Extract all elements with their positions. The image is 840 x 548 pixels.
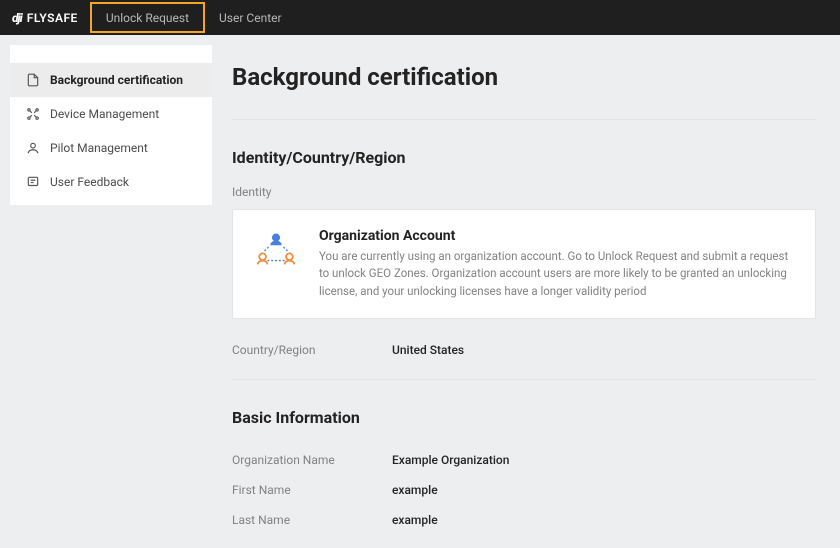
section-basic-heading: Basic Information xyxy=(232,408,816,427)
organization-icon xyxy=(253,228,299,274)
sidebar-item-background-certification[interactable]: Background certification xyxy=(10,63,212,97)
divider xyxy=(232,379,816,380)
sidebar-item-label: Device Management xyxy=(50,107,159,121)
identity-desc: You are currently using an organization … xyxy=(319,248,795,300)
field-row: Last Name example xyxy=(232,505,816,535)
field-label: First Name xyxy=(232,483,392,497)
field-row: First Name example xyxy=(232,475,816,505)
identity-box: Organization Account You are currently u… xyxy=(232,209,816,319)
sidebar-item-label: Background certification xyxy=(50,73,183,87)
nav-user-center[interactable]: User Center xyxy=(205,0,296,35)
topbar: dji FLYSAFE Unlock Request User Center xyxy=(0,0,840,35)
sidebar-item-user-feedback[interactable]: User Feedback xyxy=(10,165,212,199)
content: Background certification Device Manageme… xyxy=(0,35,840,548)
feedback-icon xyxy=(26,175,40,189)
brand-prefix: dji xyxy=(12,11,22,25)
nav-item-label: User Center xyxy=(219,11,282,25)
identity-label: Identity xyxy=(232,185,816,199)
brand-name: FLYSAFE xyxy=(27,11,78,25)
main: Background certification Identity/Countr… xyxy=(226,45,830,538)
drone-icon xyxy=(26,107,40,121)
field-row: Organization Name Example Organization xyxy=(232,445,816,475)
page-title: Background certification xyxy=(232,63,816,119)
brand-logo[interactable]: dji FLYSAFE xyxy=(0,11,90,25)
country-row: Country/Region United States xyxy=(232,335,816,365)
country-value: United States xyxy=(392,343,464,357)
pilot-icon xyxy=(26,141,40,155)
identity-title: Organization Account xyxy=(319,228,795,244)
field-value: example xyxy=(392,513,438,527)
identity-text: Organization Account You are currently u… xyxy=(319,228,795,300)
section-identity-heading: Identity/Country/Region xyxy=(232,148,816,167)
document-icon xyxy=(26,73,40,87)
field-value: example xyxy=(392,483,438,497)
sidebar-item-device-management[interactable]: Device Management xyxy=(10,97,212,131)
field-value: Example Organization xyxy=(392,453,509,467)
divider xyxy=(232,119,816,120)
country-label: Country/Region xyxy=(232,343,392,357)
nav-item-label: Unlock Request xyxy=(106,11,189,25)
field-label: Last Name xyxy=(232,513,392,527)
sidebar-item-label: Pilot Management xyxy=(50,141,148,155)
sidebar-item-pilot-management[interactable]: Pilot Management xyxy=(10,131,212,165)
sidebar: Background certification Device Manageme… xyxy=(10,45,212,205)
field-label: Organization Name xyxy=(232,453,392,467)
nav-unlock-request[interactable]: Unlock Request xyxy=(90,2,205,33)
sidebar-item-label: User Feedback xyxy=(50,175,129,189)
